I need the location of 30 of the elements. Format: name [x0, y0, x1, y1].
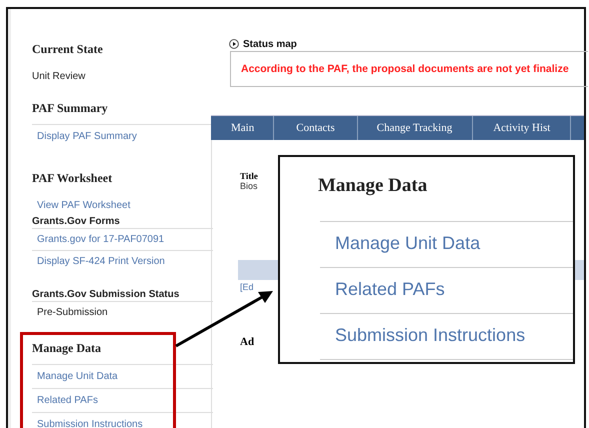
- status-value: Pre-Submission: [37, 307, 108, 318]
- edit-link[interactable]: [Ed: [240, 282, 254, 292]
- section-heading: Ad: [240, 336, 254, 348]
- sidebar-link[interactable]: Submission Instructions: [335, 325, 526, 345]
- section-heading: Current State: [32, 41, 104, 57]
- tab[interactable]: Activity Hist: [473, 116, 572, 140]
- status-map-label: Status map: [243, 38, 297, 50]
- tab[interactable]: Change Tracking: [358, 116, 474, 140]
- section-heading: PAF Summary: [32, 100, 109, 116]
- tab[interactable]: Contacts: [274, 116, 358, 140]
- callout-title: Manage Data: [318, 174, 428, 198]
- field-value: Bios: [240, 181, 258, 191]
- section-heading: PAF Worksheet: [32, 170, 114, 186]
- status-value: Unit Review: [32, 71, 86, 82]
- expand-icon[interactable]: [229, 39, 239, 49]
- sidebar-link[interactable]: Grants.gov for 17-PAF07091: [37, 234, 164, 245]
- sidebar-link[interactable]: Display PAF Summary: [37, 131, 137, 142]
- section-heading: Grants.Gov Forms: [32, 215, 121, 228]
- sidebar-link[interactable]: Display SF-424 Print Version: [37, 256, 165, 267]
- tab[interactable]: Main: [211, 116, 274, 140]
- sidebar-link[interactable]: View PAF Worksheet: [37, 200, 130, 211]
- sidebar-link[interactable]: Related PAFs: [335, 279, 445, 299]
- section-heading: Manage Data: [32, 340, 102, 356]
- section-heading: Grants.Gov Submission Status: [32, 288, 180, 301]
- status-message: According to the PAF, the proposal documents are not yet finalize: [241, 63, 569, 75]
- field-label: Title: [240, 171, 258, 181]
- sidebar-link[interactable]: Related PAFs: [37, 395, 98, 406]
- sidebar-link[interactable]: Manage Unit Data: [335, 233, 480, 253]
- sidebar-link[interactable]: Manage Unit Data: [37, 371, 118, 382]
- sidebar-link[interactable]: Submission Instructions: [37, 419, 143, 428]
